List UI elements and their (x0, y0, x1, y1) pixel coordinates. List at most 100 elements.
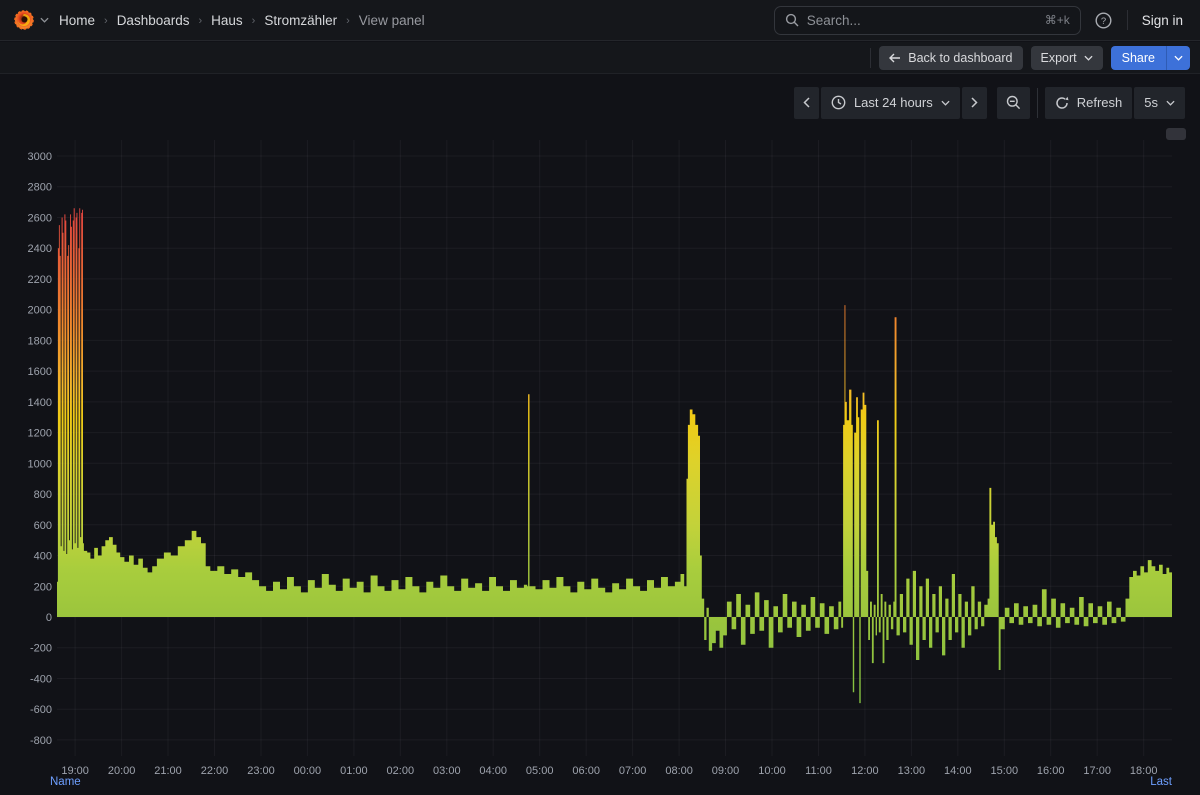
axis-labels: 3000280026002400220020001800160014001200… (28, 151, 1158, 777)
svg-text:200: 200 (34, 581, 52, 593)
share-options-caret[interactable] (1166, 46, 1190, 70)
export-label: Export (1041, 51, 1077, 65)
breadcrumb-dashboards[interactable]: Dashboards (117, 13, 190, 28)
chevron-down-icon (1174, 55, 1183, 61)
svg-text:400: 400 (34, 551, 52, 563)
divider (870, 48, 871, 68)
search-icon (785, 13, 799, 27)
help-icon[interactable]: ? (1091, 7, 1117, 33)
svg-text:-200: -200 (30, 643, 52, 655)
scrollbar-thumb[interactable] (1166, 128, 1186, 140)
back-to-dashboard-button[interactable]: Back to dashboard (879, 46, 1022, 70)
svg-text:21:00: 21:00 (154, 765, 182, 777)
zoom-out-button[interactable] (997, 87, 1030, 119)
svg-text:2600: 2600 (28, 213, 52, 225)
refresh-icon (1055, 96, 1069, 110)
timeseries-panel: 3000280026002400220020001800160014001200… (0, 124, 1200, 795)
svg-text:09:00: 09:00 (712, 765, 740, 777)
svg-text:1400: 1400 (28, 397, 52, 409)
chevron-down-icon (941, 100, 950, 106)
chevron-down-icon (1166, 100, 1175, 106)
share-label: Share (1122, 51, 1155, 65)
search-input[interactable]: Search... ⌘+k (774, 6, 1081, 35)
top-nav: Home › Dashboards › Haus › Stromzähler ›… (0, 0, 1200, 41)
svg-text:01:00: 01:00 (340, 765, 368, 777)
svg-text:13:00: 13:00 (898, 765, 926, 777)
svg-text:03:00: 03:00 (433, 765, 461, 777)
refresh-interval-label: 5s (1144, 95, 1158, 110)
timeseries-chart[interactable]: 3000280026002400220020001800160014001200… (0, 124, 1200, 795)
svg-text:-600: -600 (30, 704, 52, 716)
svg-text:2800: 2800 (28, 182, 52, 194)
breadcrumb-separator: › (198, 14, 202, 27)
svg-text:-400: -400 (30, 674, 52, 686)
svg-text:1600: 1600 (28, 366, 52, 378)
grafana-flame-icon (13, 9, 35, 31)
share-button-group: Share (1111, 46, 1190, 70)
sign-in-button[interactable]: Sign in (1138, 13, 1187, 28)
svg-text:2400: 2400 (28, 243, 52, 255)
nav-right: Search... ⌘+k ? Sign in (774, 6, 1187, 35)
legend-last-header[interactable]: Last (1150, 776, 1172, 788)
svg-text:02:00: 02:00 (387, 765, 415, 777)
svg-text:2200: 2200 (28, 274, 52, 286)
time-shift-back-button[interactable] (794, 87, 819, 119)
svg-text:00:00: 00:00 (294, 765, 322, 777)
time-range-label: Last 24 hours (854, 95, 933, 110)
svg-text:20:00: 20:00 (108, 765, 136, 777)
nav-left: Home › Dashboards › Haus › Stromzähler ›… (13, 9, 425, 31)
share-button[interactable]: Share (1111, 46, 1166, 70)
breadcrumb-view-panel: View panel (359, 13, 425, 28)
svg-text:04:00: 04:00 (479, 765, 507, 777)
breadcrumb-separator: › (252, 14, 256, 27)
export-button[interactable]: Export (1031, 46, 1103, 70)
clock-icon (831, 95, 846, 110)
svg-text:16:00: 16:00 (1037, 765, 1065, 777)
svg-text:2000: 2000 (28, 305, 52, 317)
chevron-down-icon (1084, 55, 1093, 61)
divider (1037, 88, 1038, 118)
chevron-left-icon (803, 97, 810, 108)
svg-text:06:00: 06:00 (572, 765, 600, 777)
grid-lines (57, 140, 1172, 756)
chevron-right-icon (971, 97, 978, 108)
question-circle-icon: ? (1095, 12, 1112, 29)
svg-text:1200: 1200 (28, 428, 52, 440)
svg-text:3000: 3000 (28, 151, 52, 163)
breadcrumb-separator: › (104, 14, 108, 27)
chevron-down-icon (40, 17, 49, 23)
legend-name-header[interactable]: Name (50, 776, 81, 788)
breadcrumb-home[interactable]: Home (59, 13, 95, 28)
svg-text:14:00: 14:00 (944, 765, 972, 777)
time-range-picker[interactable]: Last 24 hours (821, 87, 960, 119)
time-shift-forward-button[interactable] (962, 87, 987, 119)
grafana-app: Home › Dashboards › Haus › Stromzähler ›… (0, 0, 1200, 795)
refresh-button[interactable]: Refresh (1045, 87, 1133, 119)
svg-text:?: ? (1101, 16, 1106, 27)
breadcrumb-separator: › (346, 14, 350, 27)
refresh-interval-dropdown[interactable]: 5s (1134, 87, 1185, 119)
svg-text:600: 600 (34, 520, 52, 532)
svg-text:05:00: 05:00 (526, 765, 554, 777)
grafana-logo[interactable] (13, 9, 49, 31)
svg-text:07:00: 07:00 (619, 765, 647, 777)
search-placeholder: Search... (807, 13, 1037, 28)
svg-text:1800: 1800 (28, 335, 52, 347)
svg-text:23:00: 23:00 (247, 765, 275, 777)
divider (1127, 10, 1128, 30)
zoom-out-icon (1006, 95, 1021, 110)
breadcrumb-stromzaehler[interactable]: Stromzähler (264, 13, 337, 28)
breadcrumb-haus[interactable]: Haus (211, 13, 243, 28)
time-controls: Last 24 hours Refresh (0, 75, 1200, 124)
svg-text:12:00: 12:00 (851, 765, 879, 777)
svg-text:08:00: 08:00 (665, 765, 693, 777)
svg-text:1000: 1000 (28, 458, 52, 470)
svg-text:17:00: 17:00 (1083, 765, 1111, 777)
svg-text:800: 800 (34, 489, 52, 501)
refresh-label: Refresh (1077, 95, 1123, 110)
svg-text:11:00: 11:00 (805, 765, 832, 777)
arrow-left-icon (889, 53, 901, 63)
breadcrumb: Home › Dashboards › Haus › Stromzähler ›… (59, 13, 425, 28)
svg-text:0: 0 (46, 612, 52, 624)
svg-text:15:00: 15:00 (991, 765, 1019, 777)
